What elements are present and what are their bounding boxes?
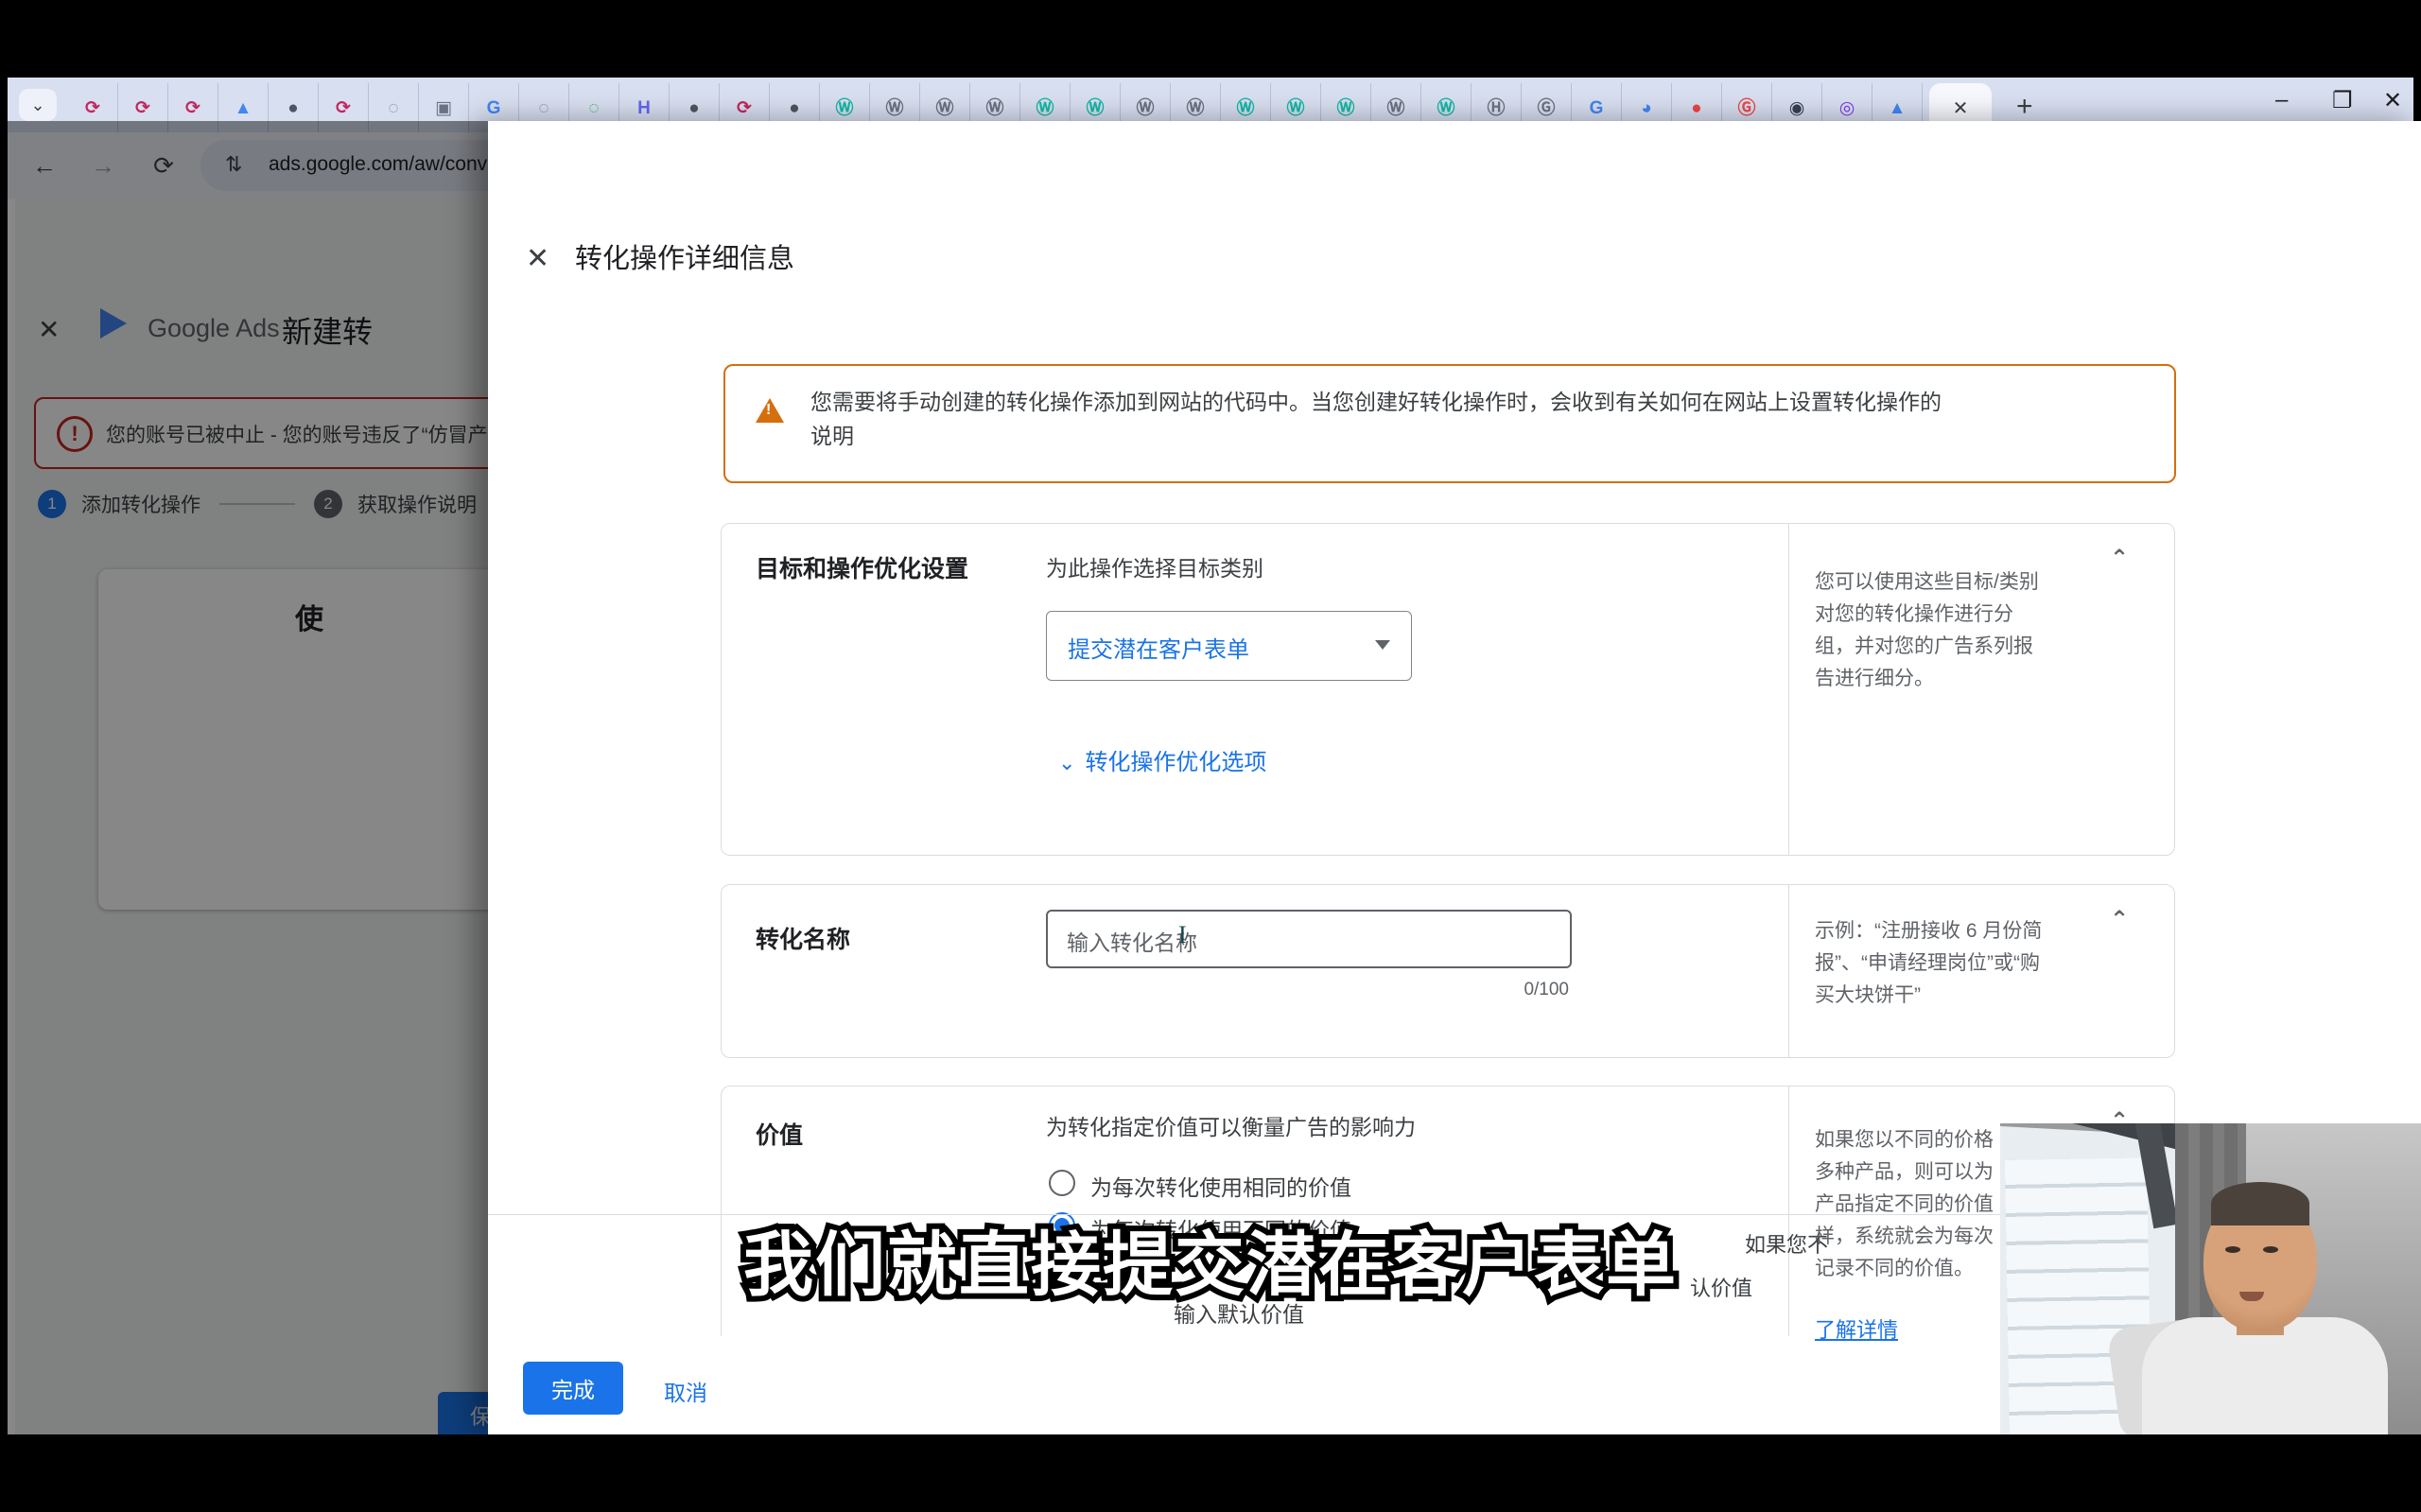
webcam-video bbox=[2000, 1123, 2421, 1434]
section3-label: 价值 bbox=[756, 1117, 803, 1151]
done-button[interactable]: 完成 bbox=[523, 1362, 623, 1415]
maximize-button[interactable]: ❐ bbox=[2332, 87, 2353, 114]
google-g-icon: G bbox=[1590, 99, 1604, 117]
card-divider bbox=[1788, 885, 1789, 1057]
modal-title: 转化操作详细信息 bbox=[575, 236, 794, 276]
google-ads-icon: ▲ bbox=[1889, 99, 1907, 117]
dashed-circle-icon: ◌ bbox=[388, 99, 398, 117]
purple-h-icon: H bbox=[637, 99, 651, 117]
dashed-leaf-icon: ◌ bbox=[588, 99, 599, 117]
dropdown-value: 提交潜在客户表单 bbox=[1068, 631, 1249, 664]
warning-text: 您需要将手动创建的转化操作添加到网站的代码中。当您创建好转化操作时，会收到有关如… bbox=[810, 385, 2134, 453]
cancel-button[interactable]: 取消 bbox=[664, 1375, 707, 1407]
section1-help-text: 您可以使用这些目标/类别对您的转化操作进行分组，并对您的广告系列报告进行细分。 bbox=[1815, 566, 2127, 695]
section2-label: 转化名称 bbox=[756, 921, 850, 955]
wordpress-teal-icon: Ⓦ bbox=[1036, 99, 1054, 117]
dark-globe-icon: ● bbox=[688, 99, 699, 117]
webcam-eye bbox=[2263, 1246, 2278, 1253]
g-dashed-icon: Ⓖ bbox=[1537, 99, 1555, 117]
wordpress-gray-icon: Ⓦ bbox=[1186, 99, 1204, 117]
blue-red-circle-icon: ◕ bbox=[1641, 99, 1651, 117]
setup-warning-box: 您需要将手动创建的转化操作添加到网站的代码中。当您创建好转化操作时，会收到有关如… bbox=[723, 364, 2176, 483]
modal-close-icon[interactable]: ✕ bbox=[526, 242, 549, 275]
radio-same-label[interactable]: 为每次转化使用相同的价值 bbox=[1090, 1170, 1351, 1202]
dark-globe-icon: ● bbox=[287, 99, 298, 117]
letterbox-left bbox=[0, 0, 8, 1512]
conversion-name-input[interactable]: 输入转化名称 I bbox=[1046, 910, 1572, 968]
wordpress-teal-icon: Ⓦ bbox=[1336, 99, 1354, 117]
char-counter: 0/100 bbox=[1459, 980, 1569, 1000]
tab-search-button[interactable]: ⌄ bbox=[19, 89, 57, 121]
red-refresh-icon: ⟳ bbox=[737, 99, 752, 117]
section1-prompt: 为此操作选择目标类别 bbox=[1046, 550, 1263, 582]
card-divider bbox=[1788, 524, 1789, 855]
chevron-down-icon: ⌄ bbox=[1058, 751, 1075, 775]
wordpress-gray-icon: Ⓦ bbox=[885, 99, 903, 117]
wordpress-teal-icon: Ⓦ bbox=[1437, 99, 1454, 117]
new-tab-button[interactable]: + bbox=[2016, 91, 2033, 123]
purple-ring-icon: ◎ bbox=[1839, 99, 1855, 117]
red-g-icon: Ⓖ bbox=[1737, 99, 1755, 117]
window-close-button[interactable]: ✕ bbox=[2383, 87, 2402, 114]
wordpress-teal-icon: Ⓦ bbox=[1236, 99, 1254, 117]
learn-more-link[interactable]: 了解详情 bbox=[1815, 1313, 1898, 1344]
dark-globe-icon: ● bbox=[789, 99, 799, 117]
h-circle-icon: Ⓗ bbox=[1487, 99, 1505, 117]
wordpress-teal-icon: Ⓦ bbox=[1086, 99, 1104, 117]
dropdown-caret-icon bbox=[1375, 640, 1390, 650]
wordpress-gray-icon: Ⓦ bbox=[985, 99, 1003, 117]
red-refresh-icon: ⟳ bbox=[135, 99, 150, 117]
wordpress-teal-icon: Ⓦ bbox=[1286, 99, 1304, 117]
minimize-button[interactable]: – bbox=[2275, 87, 2288, 113]
gray-badge-icon: ▣ bbox=[435, 99, 452, 117]
conversion-name-card: 转化名称 输入转化名称 I 0/100 示例：“注册接收 6 月份简报”、“申请… bbox=[721, 884, 2175, 1058]
section1-collapse-icon[interactable]: ⌃ bbox=[2110, 545, 2129, 572]
wordpress-teal-icon: Ⓦ bbox=[835, 99, 853, 117]
red-orb-icon: ● bbox=[1691, 99, 1701, 117]
wordpress-gray-icon: Ⓦ bbox=[935, 99, 953, 117]
letterbox-top bbox=[0, 0, 2421, 78]
letterbox-bottom bbox=[0, 1434, 2421, 1512]
goal-category-dropdown[interactable]: 提交潜在客户表单 bbox=[1046, 611, 1412, 681]
warning-triangle-icon bbox=[756, 398, 784, 423]
red-refresh-icon: ⟳ bbox=[85, 99, 100, 117]
wordpress-gray-icon: Ⓦ bbox=[1386, 99, 1404, 117]
goal-settings-card: 目标和操作优化设置 为此操作选择目标类别 提交潜在客户表单 ⌄转化操作优化选项 … bbox=[721, 523, 2175, 856]
section3-prompt: 为转化指定价值可以衡量广告的影响力 bbox=[1046, 1109, 1416, 1141]
google-g-icon: G bbox=[487, 99, 501, 117]
google-ads-icon: ▲ bbox=[235, 99, 253, 117]
radio-same-value[interactable] bbox=[1049, 1170, 1075, 1196]
dashed-circle-icon: ◌ bbox=[538, 99, 549, 117]
section2-help-text: 示例：“注册接收 6 月份简报”、“申请经理岗位”或“购买大块饼干” bbox=[1815, 915, 2127, 1012]
red-refresh-icon: ⟳ bbox=[336, 99, 351, 117]
text-cursor-icon: I bbox=[1178, 921, 1187, 949]
section1-label: 目标和操作优化设置 bbox=[756, 550, 968, 584]
eye-circle-icon: ◉ bbox=[1789, 99, 1805, 117]
tab-close-icon[interactable]: ✕ bbox=[1953, 96, 1969, 120]
section2-collapse-icon[interactable]: ⌃ bbox=[2110, 906, 2129, 933]
red-refresh-icon: ⟳ bbox=[185, 99, 200, 117]
optimization-options-link[interactable]: ⌄转化操作优化选项 bbox=[1058, 743, 1266, 776]
wordpress-gray-icon: Ⓦ bbox=[1136, 99, 1154, 117]
webcam-eye bbox=[2225, 1246, 2240, 1253]
webcam-person-hair bbox=[2211, 1182, 2309, 1225]
